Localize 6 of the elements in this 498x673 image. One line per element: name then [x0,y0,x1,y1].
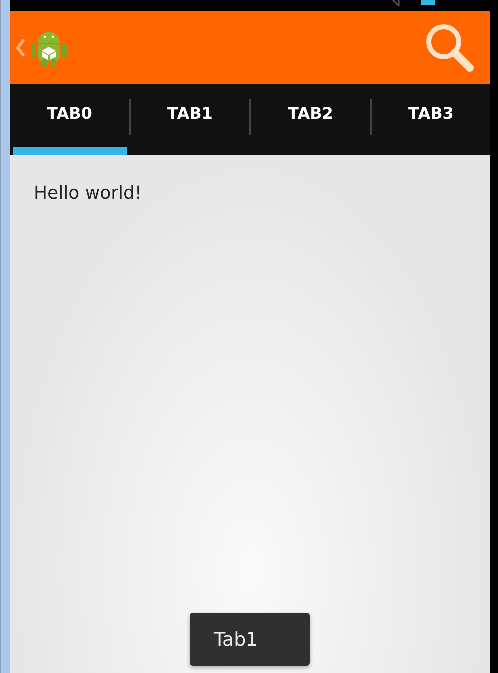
back-icon[interactable] [16,38,26,56]
signal-icon [391,0,411,6]
battery-icon [421,0,435,5]
toast-message: Tab1 [190,613,310,666]
hello-text: Hello world! [34,183,144,204]
search-icon[interactable] [424,22,476,74]
